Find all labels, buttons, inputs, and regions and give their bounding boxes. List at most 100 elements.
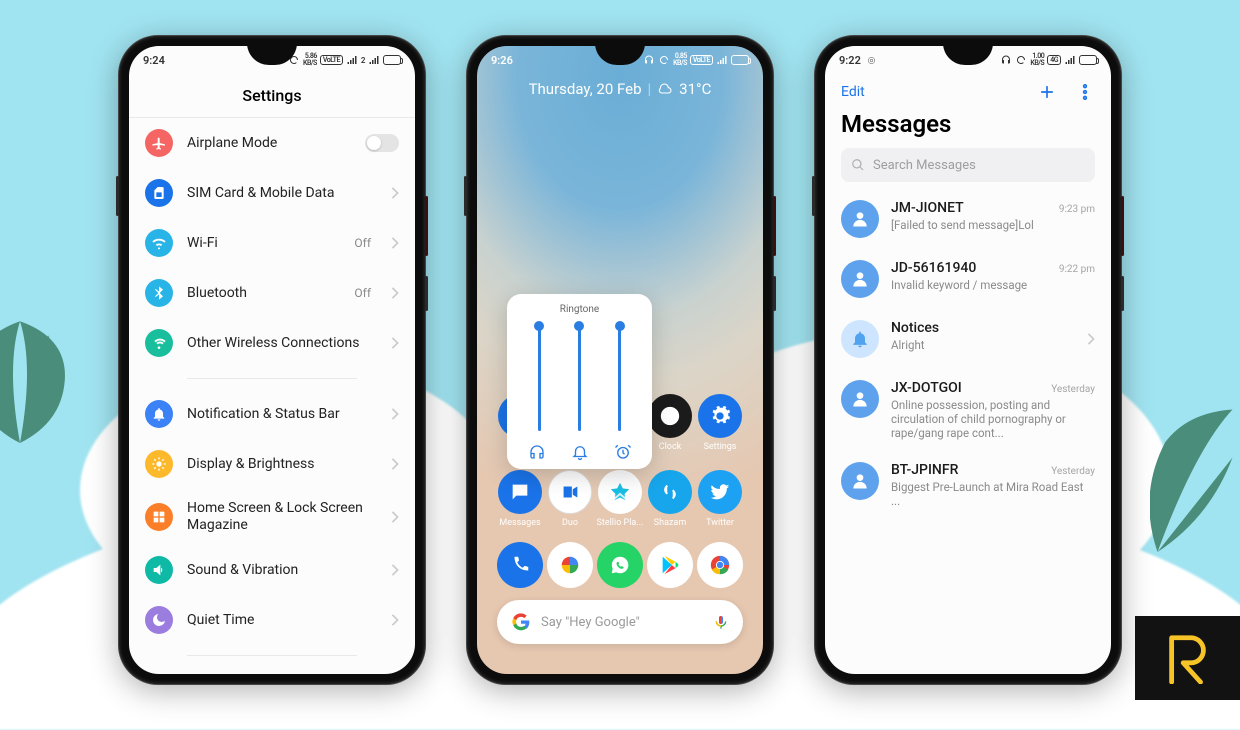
chevron-right-icon	[391, 455, 399, 474]
grid-icon	[145, 503, 173, 531]
status-time: 9:22	[839, 54, 861, 67]
airplane-toggle[interactable]	[365, 134, 399, 152]
google-icon	[511, 612, 531, 632]
headphones-icon	[643, 54, 655, 66]
settings-item-quiet-time[interactable]: Quiet Time	[129, 595, 415, 645]
chevron-right-icon	[391, 284, 399, 303]
settings-list: Airplane Mode SIM Card & Mobile Data Wi-…	[129, 118, 415, 674]
settings-item-bluetooth[interactable]: Bluetooth Off	[129, 268, 415, 318]
settings-item-label: Display & Brightness	[187, 456, 377, 473]
chevron-right-icon	[1087, 330, 1095, 349]
avatar-icon	[841, 380, 879, 418]
more-icon[interactable]	[1075, 82, 1095, 102]
temperature-label: 31°C	[679, 80, 711, 98]
status-time: 9:26	[491, 54, 513, 67]
chevron-right-icon	[391, 405, 399, 424]
phone-messages: 9:22 1.00KB/S 4G Edit	[814, 35, 1122, 685]
settings-item-airplane[interactable]: Airplane Mode	[129, 118, 415, 168]
settings-item-label: Notification & Status Bar	[187, 406, 377, 423]
messages-title: Messages	[825, 108, 1111, 148]
signal-icon	[716, 54, 728, 66]
alarm-icon	[614, 443, 632, 461]
dock-app-phone[interactable]	[497, 542, 543, 588]
settings-item-notification[interactable]: Notification & Status Bar	[129, 389, 415, 439]
loop-icon	[1015, 54, 1027, 66]
message-thread[interactable]: BT-JPINFRYesterday Biggest Pre-Launch at…	[825, 452, 1111, 520]
bell-icon	[145, 400, 173, 428]
avatar-icon	[841, 200, 879, 238]
app-settings[interactable]: Settings	[697, 394, 743, 452]
dock-app-playstore[interactable]	[647, 542, 693, 588]
media-volume-slider[interactable]	[538, 325, 541, 431]
dock-app-chrome[interactable]	[697, 542, 743, 588]
dock	[477, 542, 763, 588]
settings-item-sound[interactable]: Sound & Vibration	[129, 545, 415, 595]
settings-item-label: Bluetooth	[187, 285, 340, 302]
google-search-bar[interactable]: Say "Hey Google"	[497, 600, 743, 644]
speaker-icon	[145, 556, 173, 584]
settings-item-label: Airplane Mode	[187, 135, 351, 152]
signal-icon	[368, 54, 380, 66]
message-thread[interactable]: JD-561619409:22 pm Invalid keyword / mes…	[825, 250, 1111, 310]
date-label: Thursday, 20 Feb	[529, 80, 642, 98]
phone-homescreen: 9:26 0.85KB/S VoLTE Thursday, 20 Feb | 3…	[466, 35, 774, 685]
message-thread[interactable]: JX-DOTGOIYesterday Online possession, po…	[825, 370, 1111, 452]
settings-item-other-wireless[interactable]: Other Wireless Connections	[129, 318, 415, 368]
chevron-up-icon[interactable]	[477, 487, 763, 506]
app-clock[interactable]: Clock	[647, 394, 693, 452]
settings-item-sim[interactable]: SIM Card & Mobile Data	[129, 168, 415, 218]
chevron-right-icon	[391, 611, 399, 630]
settings-item-fingerprint[interactable]: Fingerprint, Face & Password	[129, 666, 415, 674]
message-thread-notices[interactable]: Notices Alright	[825, 310, 1111, 370]
settings-item-label: Wi-Fi	[187, 235, 340, 252]
wifi-icon	[145, 229, 173, 257]
chevron-right-icon	[391, 508, 399, 527]
realme-logo	[1135, 616, 1240, 700]
edit-button[interactable]: Edit	[841, 84, 865, 100]
dock-app-whatsapp[interactable]	[597, 542, 643, 588]
battery-icon	[731, 55, 749, 65]
volte-badge: 4G	[1047, 55, 1061, 65]
settings-item-label: Home Screen & Lock Screen Magazine	[187, 500, 377, 534]
battery-icon	[383, 55, 401, 65]
airplane-icon	[145, 129, 173, 157]
settings-item-home-screen[interactable]: Home Screen & Lock Screen Magazine	[129, 489, 415, 545]
settings-item-label: SIM Card & Mobile Data	[187, 185, 377, 202]
signal-icon	[346, 54, 358, 66]
date-weather-widget[interactable]: Thursday, 20 Feb | 31°C	[477, 74, 763, 98]
chevron-right-icon	[391, 334, 399, 353]
chevron-right-icon	[391, 234, 399, 253]
settings-item-display[interactable]: Display & Brightness	[129, 439, 415, 489]
settings-item-label: Other Wireless Connections	[187, 335, 377, 352]
alarm-volume-slider[interactable]	[618, 325, 621, 431]
settings-item-status: Off	[354, 236, 371, 250]
search-placeholder: Search Messages	[873, 158, 976, 173]
chevron-right-icon	[391, 184, 399, 203]
divider	[187, 378, 357, 379]
messages-list: JM-JIONET9:23 pm [Failed to send message…	[825, 190, 1111, 520]
volte-badge: VoLTE	[320, 55, 343, 65]
messages-search[interactable]: Search Messages	[841, 148, 1095, 182]
ringtone-volume-slider[interactable]	[578, 325, 581, 431]
settings-item-wifi[interactable]: Wi-Fi Off	[129, 218, 415, 268]
headphones-icon	[528, 443, 546, 461]
volume-popup[interactable]: Ringtone	[507, 294, 652, 469]
bluetooth-icon	[145, 279, 173, 307]
cloud-icon	[657, 81, 673, 97]
phone-settings: 9:24 5.86KB/S VoLTE 2 Settings Airplane …	[118, 35, 426, 685]
bell-avatar-icon	[841, 320, 879, 358]
divider	[187, 655, 357, 656]
dock-app-photos[interactable]	[547, 542, 593, 588]
compose-icon[interactable]	[1037, 82, 1057, 102]
settings-item-status: Off	[354, 286, 371, 300]
volte-badge: VoLTE	[690, 55, 713, 65]
headphones-icon	[1000, 54, 1012, 66]
message-thread[interactable]: JM-JIONET9:23 pm [Failed to send message…	[825, 190, 1111, 250]
moon-icon	[145, 606, 173, 634]
link-icon	[145, 329, 173, 357]
avatar-icon	[841, 260, 879, 298]
location-icon	[866, 55, 877, 66]
loop-icon	[658, 54, 670, 66]
search-icon	[851, 158, 865, 172]
mic-icon[interactable]	[713, 614, 729, 630]
